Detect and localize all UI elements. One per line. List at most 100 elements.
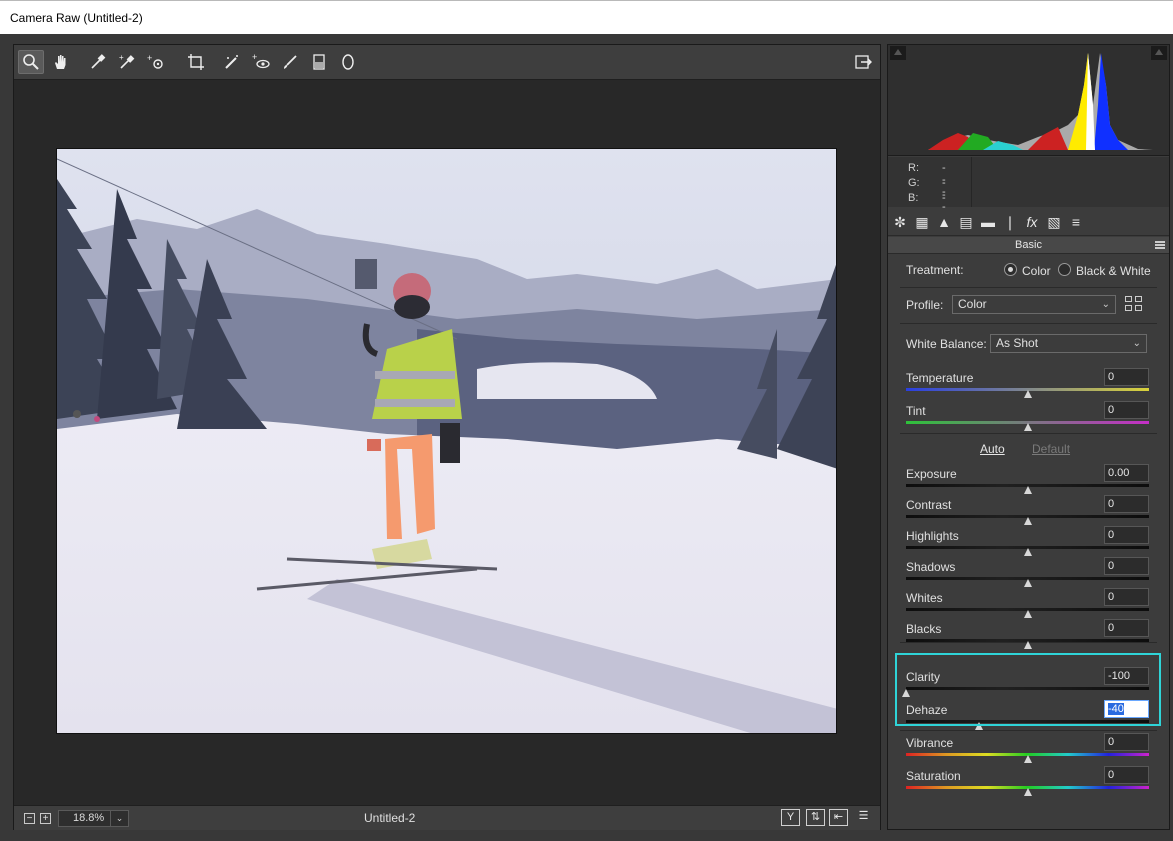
slider-vibrance: Vibrance 0 <box>906 733 1149 766</box>
tab-camera-calibration[interactable]: ▧ <box>1045 212 1063 232</box>
treatment-color-radio[interactable] <box>1004 263 1017 276</box>
treatment-bw-radio[interactable] <box>1058 263 1071 276</box>
saturation-thumb[interactable] <box>1023 788 1032 796</box>
treatment-label: Treatment: <box>906 263 964 277</box>
tint-label: Tint <box>906 404 926 418</box>
shadows-value-field[interactable]: 0 <box>1104 557 1149 575</box>
temperature-value: 0 <box>1108 371 1115 383</box>
spot-removal-tool-button[interactable] <box>219 50 245 74</box>
window-titlebar: Camera Raw (Untitled-2) <box>0 0 1173 34</box>
slider-whites: Whites 0 <box>906 588 1149 621</box>
readout-divider <box>971 157 972 207</box>
saturation-value-field[interactable]: 0 <box>1104 766 1149 784</box>
highlights-value-field[interactable]: 0 <box>1104 526 1149 544</box>
tab-split-toning[interactable]: ▬ <box>979 212 997 232</box>
exposure-value-field[interactable]: 0.00 <box>1104 464 1149 482</box>
radial-filter-tool-button[interactable] <box>335 50 361 74</box>
preview-area: + + + − + 18.8% ⌄ Untitled-2 Y ⇅ ⇤ ☰ <box>13 44 881 830</box>
default-link[interactable]: Default <box>1032 442 1070 456</box>
rgb-readout: R:--- G:--- B:--- <box>888 157 1169 228</box>
whites-value-field[interactable]: 0 <box>1104 588 1149 606</box>
profile-browser-grid-icon[interactable] <box>1125 296 1143 312</box>
toggle-settings-button[interactable]: ☰ <box>854 809 873 826</box>
image-preview[interactable] <box>56 148 837 734</box>
before-after-toggle-button[interactable]: Y <box>781 809 800 826</box>
window-title: Camera Raw (Untitled-2) <box>10 11 143 25</box>
split-toning-icon: ▬ <box>981 214 995 230</box>
exposure-label: Exposure <box>906 467 957 481</box>
slider-contrast: Contrast 0 <box>906 495 1149 528</box>
temperature-value-field[interactable]: 0 <box>1104 368 1149 386</box>
tint-thumb[interactable] <box>1023 423 1032 431</box>
contrast-value-field[interactable]: 0 <box>1104 495 1149 513</box>
tab-hsl[interactable]: ▤ <box>957 212 975 232</box>
tab-tone-curve[interactable]: ▦ <box>913 212 931 232</box>
open-preferences-button[interactable] <box>850 50 876 74</box>
highlight-frame <box>895 653 1161 726</box>
zoom-tool-button[interactable] <box>18 50 44 74</box>
swap-settings-button[interactable]: ⇅ <box>806 809 825 826</box>
tint-value-field[interactable]: 0 <box>1104 401 1149 419</box>
profile-select[interactable]: Color ⌄ <box>952 295 1116 314</box>
whites-label: Whites <box>906 591 943 605</box>
shadows-label: Shadows <box>906 560 956 574</box>
hand-tool-button[interactable] <box>48 50 74 74</box>
auto-link[interactable]: Auto <box>980 442 1005 456</box>
slider-exposure: Exposure 0.00 <box>906 464 1149 497</box>
zoom-in-button[interactable]: + <box>40 813 51 824</box>
red-eye-tool-button[interactable]: + <box>248 50 274 74</box>
tab-lens-corrections[interactable]: ❘ <box>1001 212 1019 232</box>
crop-tool-button[interactable] <box>183 50 209 74</box>
panel-title-label: Basic <box>1015 239 1042 251</box>
whites-thumb[interactable] <box>1023 610 1032 618</box>
tab-basic[interactable]: ✼ <box>891 212 909 232</box>
whites-value: 0 <box>1108 591 1115 603</box>
exposure-thumb[interactable] <box>1023 486 1032 494</box>
ski-photo-image <box>57 149 836 733</box>
tab-effects[interactable]: fx <box>1023 212 1041 232</box>
zoom-out-button[interactable]: − <box>24 813 35 824</box>
panel-title: Basic <box>888 237 1169 254</box>
graduated-filter-tool-button[interactable] <box>306 50 332 74</box>
color-sampler-tool-button[interactable]: + <box>114 50 140 74</box>
temperature-label: Temperature <box>906 371 974 385</box>
slider-tint: Tint 0 <box>906 401 1149 434</box>
white-balance-label: White Balance: <box>906 337 987 351</box>
blacks-value: 0 <box>1108 622 1115 634</box>
adjustment-brush-tool-button[interactable] <box>277 50 303 74</box>
contrast-thumb[interactable] <box>1023 517 1032 525</box>
slider-temperature: Temperature 0 <box>906 368 1149 401</box>
shadows-value: 0 <box>1108 560 1115 572</box>
temperature-thumb[interactable] <box>1023 390 1032 398</box>
exposure-value: 0.00 <box>1108 467 1130 479</box>
treatment-bw-label: Black & White <box>1076 264 1151 278</box>
tab-detail[interactable]: ▲ <box>935 212 953 232</box>
lens-icon: ❘ <box>1004 214 1016 230</box>
graduated-filter-icon <box>313 54 325 70</box>
grid-icon: ▦ <box>915 214 929 230</box>
treatment-color-label: Color <box>1022 264 1051 278</box>
vibrance-value-field[interactable]: 0 <box>1104 733 1149 751</box>
shadows-thumb[interactable] <box>1023 579 1032 587</box>
highlights-thumb[interactable] <box>1023 548 1032 556</box>
zoom-level-select[interactable]: 18.8% ⌄ <box>58 810 129 827</box>
eyedropper-icon <box>91 54 106 69</box>
white-balance-tool-button[interactable] <box>85 50 111 74</box>
vibrance-thumb[interactable] <box>1023 755 1032 763</box>
blacks-value-field[interactable]: 0 <box>1104 619 1149 637</box>
histogram <box>888 45 1169 156</box>
hsl-icon: ▤ <box>959 214 973 230</box>
tab-presets[interactable]: ≡ <box>1067 212 1085 232</box>
profile-label: Profile: <box>906 298 944 312</box>
contrast-value: 0 <box>1108 498 1115 510</box>
white-balance-value: As Shot <box>996 336 1039 350</box>
copy-settings-button[interactable]: ⇤ <box>829 809 848 826</box>
targeted-adjustment-tool-button[interactable]: + <box>143 50 169 74</box>
crop-icon <box>188 54 204 70</box>
document-name: Untitled-2 <box>364 811 416 825</box>
brush-icon <box>284 55 297 69</box>
profile-value: Color <box>958 297 987 311</box>
blacks-thumb[interactable] <box>1023 641 1032 649</box>
white-balance-select[interactable]: As Shot ⌄ <box>990 334 1147 353</box>
panel-menu-icon[interactable] <box>1155 241 1165 249</box>
